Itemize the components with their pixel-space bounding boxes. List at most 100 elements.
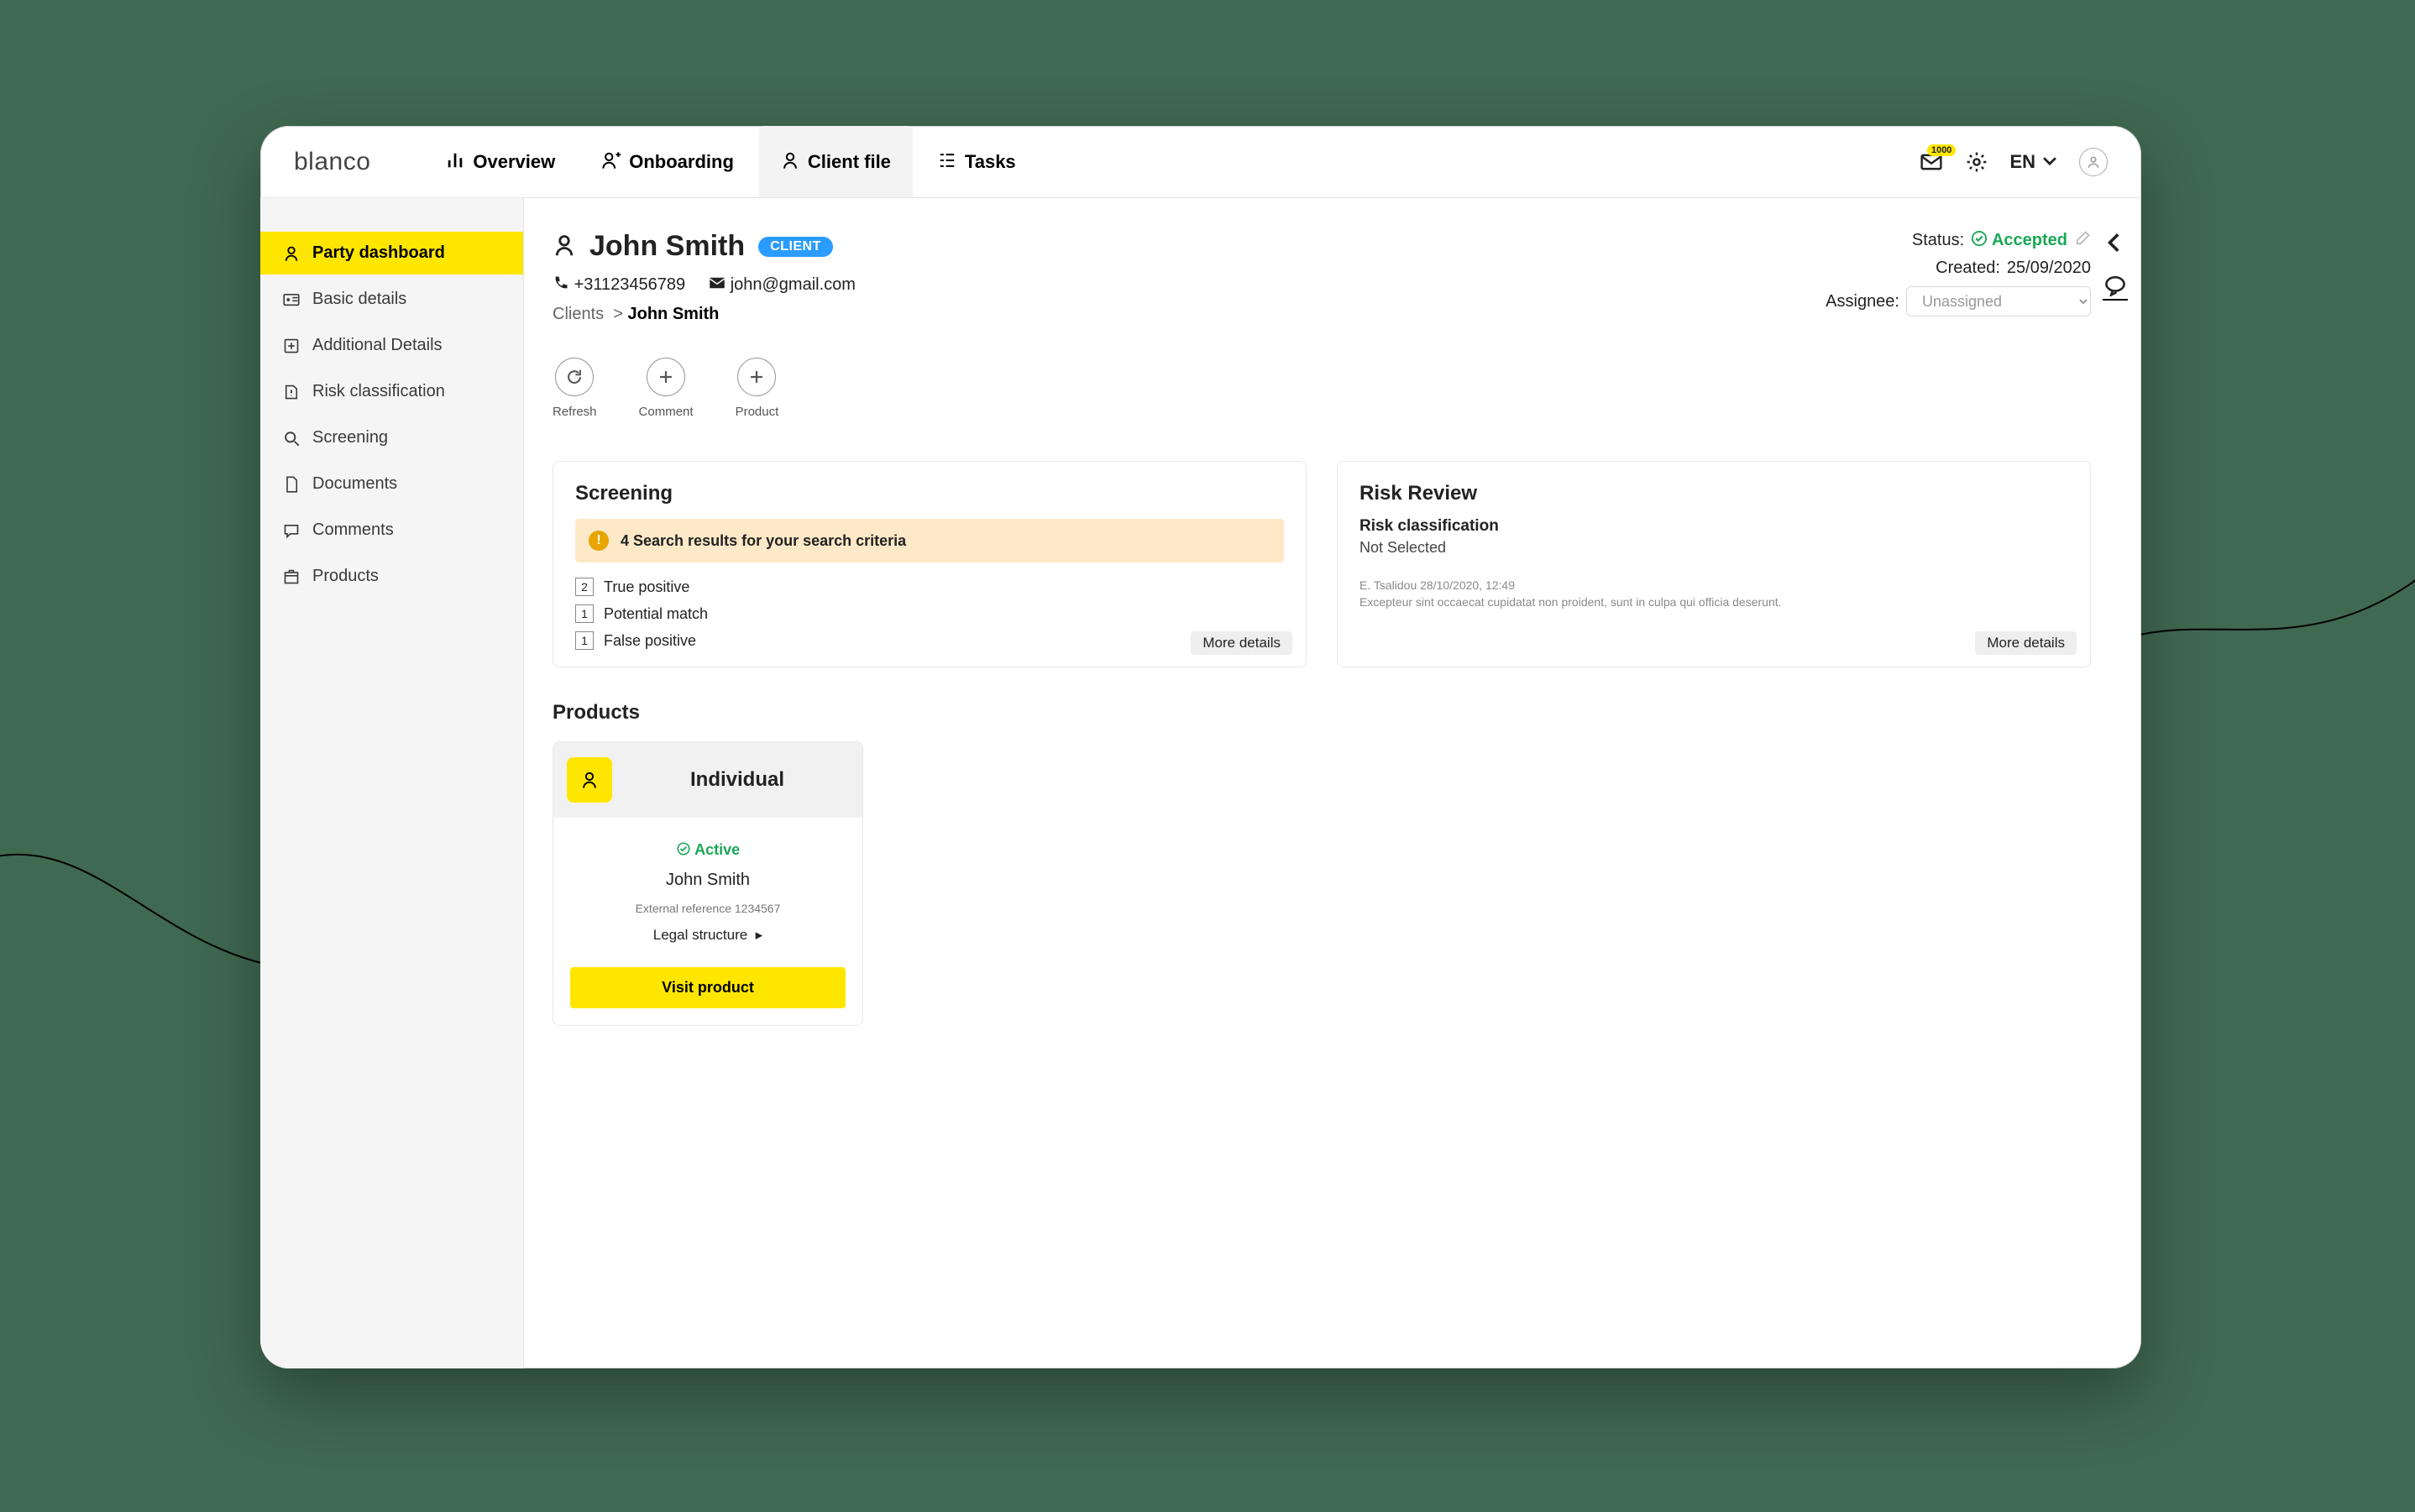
sidebar-item-label: Comments [312,521,394,540]
assignee-label: Assignee: [1826,292,1899,311]
breadcrumb-leaf: John Smith [628,305,720,323]
language-switch[interactable]: EN [2009,151,2059,173]
sidebar-item-label: Additional Details [312,336,443,355]
sidebar-item-label: Basic details [312,290,406,309]
bars-icon [446,151,464,173]
person-icon [553,230,576,263]
sidebar-item-label: Documents [312,474,397,494]
tasks-icon [938,151,956,173]
risk-subtitle: Risk classification [1359,517,2068,536]
client-name: John Smith [589,230,745,263]
collapse-panel-icon[interactable] [2103,230,2128,255]
action-label: Product [736,405,779,419]
screening-more-button[interactable]: More details [1191,631,1292,655]
visit-product-button[interactable]: Visit product [570,967,846,1008]
nav-tabs: Overview Onboarding Client file Tasks [424,126,1037,197]
sidebar-item-products[interactable]: Products [260,555,523,598]
sidebar: Party dashboard Basic details Additional… [260,198,524,1368]
sidebar-item-label: Party dashboard [312,243,445,263]
top-nav: blanco Overview Onboarding Client file T… [260,126,2141,198]
tab-label: Overview [473,151,555,173]
sidebar-item-basic-details[interactable]: Basic details [260,278,523,321]
tab-label: Onboarding [629,151,734,173]
person-file-icon [781,151,799,173]
app-window: blanco Overview Onboarding Client file T… [260,126,2141,1368]
action-label: Refresh [553,405,597,419]
chevron-down-icon [2040,151,2059,173]
created-value: 25/09/2020 [2007,259,2091,278]
inbox-icon[interactable]: 1000 [1919,149,1944,175]
count-badge: 2 [575,578,594,596]
brand-logo: blanco [294,148,370,176]
screening-label: False positive [604,632,696,650]
products-icon [282,568,301,585]
sidebar-item-party-dashboard[interactable]: Party dashboard [260,232,523,275]
meta-panel: Status: Accepted Created: 25/09/2020 Ass… [1826,230,2091,317]
tab-onboarding[interactable]: Onboarding [580,126,756,197]
add-comment-button[interactable]: Comment [639,358,694,419]
person-icon [282,245,301,262]
page-title: John Smith CLIENT [553,230,856,263]
tab-tasks[interactable]: Tasks [916,126,1038,197]
card-icon [282,291,301,308]
product-legal-structure[interactable]: Legal structure ▸ [653,927,762,944]
action-label: Comment [639,405,694,419]
screening-label: Potential match [604,605,708,623]
mail-icon [709,275,726,294]
edit-status-icon[interactable] [2074,230,2091,250]
breadcrumb-root[interactable]: Clients [553,305,604,323]
user-avatar[interactable] [2079,148,2108,176]
person-plus-icon [602,151,621,173]
sidebar-item-documents[interactable]: Documents [260,463,523,505]
chat-icon[interactable] [2103,275,2128,301]
plus-icon [647,358,685,396]
sidebar-item-label: Products [312,567,379,586]
phone-row: +31123456789 [553,275,685,295]
status-value: Accepted [1971,230,2067,250]
lang-code: EN [2009,151,2035,173]
caret-right-icon: ▸ [756,927,763,943]
product-client-name: John Smith [666,871,750,890]
screening-row: 1 Potential match [575,604,1284,623]
screening-banner: ! 4 Search results for your search crite… [575,519,1284,562]
created-label: Created: [1936,259,2000,278]
sidebar-item-risk-classification[interactable]: Risk classification [260,370,523,413]
comment-icon [282,522,301,539]
panel-title: Screening [575,482,1284,505]
client-chip: CLIENT [758,237,833,257]
screening-label: True positive [604,578,689,596]
sidebar-item-label: Screening [312,428,388,447]
tab-overview[interactable]: Overview [424,126,577,197]
refresh-icon [555,358,594,396]
risk-panel: Risk Review Risk classification Not Sele… [1337,461,2091,667]
sidebar-item-screening[interactable]: Screening [260,416,523,459]
inbox-badge: 1000 [1927,144,1956,156]
count-badge: 1 [575,631,594,650]
tab-label: Client file [808,151,891,173]
sidebar-item-comments[interactable]: Comments [260,509,523,552]
phone-icon [553,275,569,294]
assignee-select[interactable]: Unassigned [1906,286,2091,317]
tab-label: Tasks [965,151,1016,173]
product-type: Individual [612,768,862,792]
banner-text: 4 Search results for your search criteri… [621,532,906,550]
screening-panel: Screening ! 4 Search results for your se… [553,461,1307,667]
risk-note-text: Excepteur sint occaecat cupidatat non pr… [1359,595,2068,609]
risk-more-button[interactable]: More details [1975,631,2077,655]
add-product-button[interactable]: Product [736,358,779,419]
tab-client-file[interactable]: Client file [759,126,913,197]
plus-icon [737,358,776,396]
sidebar-item-additional-details[interactable]: Additional Details [260,324,523,367]
products-section-title: Products [553,701,2091,725]
risk-value: Not Selected [1359,539,2068,557]
product-status: Active [676,841,740,859]
product-reference: External reference 1234567 [636,902,781,915]
search-icon [282,430,301,447]
risk-icon [282,384,301,400]
phone-value: +31123456789 [574,275,686,294]
gear-icon[interactable] [1964,149,1989,175]
screening-row: 2 True positive [575,578,1284,596]
warning-icon: ! [589,531,609,551]
refresh-button[interactable]: Refresh [553,358,597,419]
panel-title: Risk Review [1359,482,2068,505]
